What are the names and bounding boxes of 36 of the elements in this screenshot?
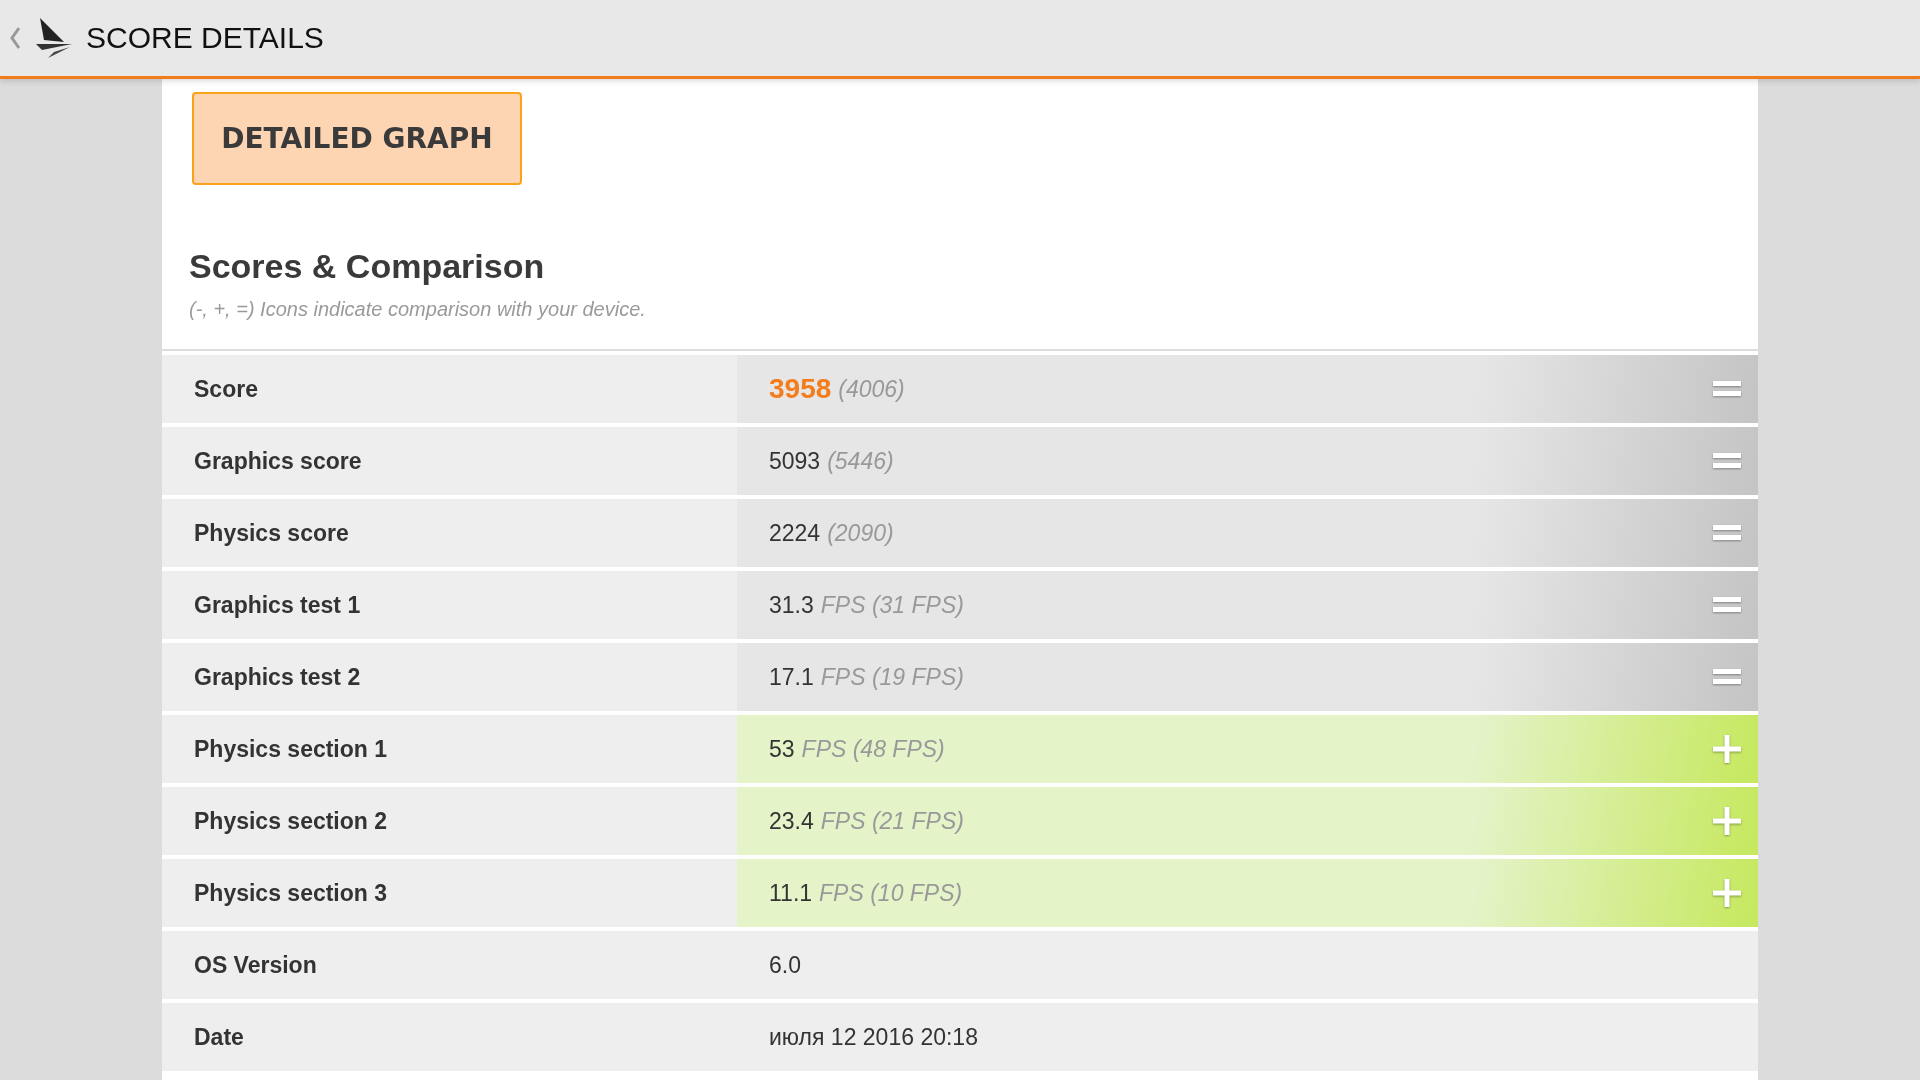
reference-text: FPS (31 FPS) <box>820 591 964 619</box>
reference-text: FPS (10 FPS) <box>819 879 963 907</box>
plus-icon <box>1712 734 1742 764</box>
row-label: Graphics test 1 <box>194 591 361 619</box>
reference-text: FPS (21 FPS) <box>820 807 964 835</box>
detailed-graph-button[interactable]: DETAILED GRAPH <box>192 92 522 185</box>
row-label: Physics section 1 <box>194 735 388 763</box>
reference-text: (2090) <box>827 519 894 547</box>
plus-icon <box>1712 878 1742 908</box>
reference-text: FPS (19 FPS) <box>820 663 964 691</box>
value-text: 23.4 <box>769 807 814 835</box>
value-text: 53 <box>769 735 795 763</box>
row-label: Score <box>194 375 258 403</box>
reference-text: (5446) <box>827 447 894 475</box>
section-subtitle: (-, +, =) Icons indicate comparison with your device. <box>189 298 646 321</box>
screen-title: SCORE DETAILS <box>86 21 324 55</box>
value-text: 3958 <box>769 373 832 405</box>
value-text: 2224 <box>769 519 821 547</box>
row-label: Physics score <box>194 519 349 547</box>
row-label: Date <box>194 1023 244 1051</box>
value-text: 5093 <box>769 447 821 475</box>
row-label: Physics section 3 <box>194 879 388 907</box>
value-text: 6.0 <box>769 951 801 979</box>
row-label: Graphics test 2 <box>194 663 361 691</box>
reference-text: FPS (48 FPS) <box>801 735 945 763</box>
value-text: 11.1 <box>769 879 813 907</box>
row-label: Graphics score <box>194 447 362 475</box>
row-label: Physics section 2 <box>194 807 388 835</box>
section-title: Scores & Comparison <box>189 247 545 286</box>
value-text: июля 12 2016 20:18 <box>769 1023 978 1051</box>
value-text: 31.3 <box>769 591 814 619</box>
back-icon[interactable] <box>8 25 22 51</box>
value-text: 17.1 <box>769 663 814 691</box>
reference-text: (4006) <box>838 375 905 403</box>
row-label: OS Version <box>194 951 317 979</box>
plus-icon <box>1712 806 1742 836</box>
